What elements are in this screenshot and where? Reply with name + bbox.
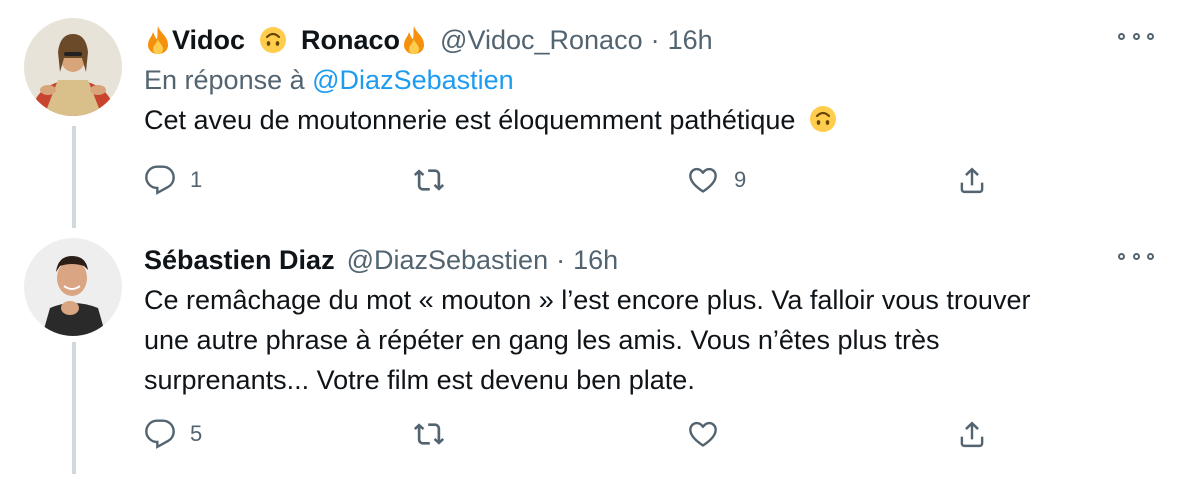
like-count: 9 bbox=[734, 167, 747, 192]
retweet-icon bbox=[413, 169, 445, 191]
tweet-text-content: Cet aveu de moutonnerie est éloquemment … bbox=[144, 105, 796, 135]
share-icon bbox=[960, 421, 984, 448]
display-name[interactable]: Sébastien Diaz bbox=[144, 245, 335, 276]
tweet-header: Sébastien Diaz @DiazSebastien · 16h bbox=[144, 240, 1156, 280]
user-handle[interactable]: @DiazSebastien bbox=[347, 245, 549, 276]
like-icon bbox=[689, 421, 717, 447]
tweet-text: Ce remâchage du mot « mouton » l’est enc… bbox=[144, 280, 1156, 400]
upside-down-face-icon bbox=[260, 27, 287, 53]
avatar-sebastien[interactable] bbox=[24, 238, 122, 336]
tweet-header: Vidoc Ronaco @Vidoc_Ronaco · 16h bbox=[144, 20, 1156, 60]
user-handle[interactable]: @Vidoc_Ronaco bbox=[440, 25, 643, 56]
display-name-second: Ronaco bbox=[301, 24, 401, 55]
reply-to-line: En réponse à @DiazSebastien bbox=[144, 60, 1156, 100]
timestamp[interactable]: 16h bbox=[573, 245, 618, 276]
share-button[interactable] bbox=[956, 414, 988, 454]
fire-icon bbox=[404, 26, 425, 54]
tweet-text-line: surprenants... Votre film est devenu ben… bbox=[144, 365, 695, 395]
display-name-first: Vidoc bbox=[172, 24, 246, 55]
avatar-vidoc[interactable] bbox=[24, 18, 122, 116]
tweet-actions: 1 9 bbox=[144, 160, 1144, 200]
fire-icon bbox=[148, 26, 168, 54]
thread-line bbox=[72, 126, 76, 228]
reply-button[interactable]: 1 bbox=[144, 160, 202, 200]
timestamp[interactable]: 16h bbox=[668, 25, 713, 56]
upside-down-face-icon bbox=[809, 106, 836, 132]
reply-icon bbox=[145, 419, 175, 449]
more-icon[interactable] bbox=[1118, 246, 1154, 266]
separator-dot: · bbox=[556, 244, 566, 275]
reply-icon bbox=[145, 165, 175, 195]
tweet-vidoc[interactable]: Vidoc Ronaco @Vidoc_Ronaco · 16h En répo… bbox=[0, 0, 1180, 228]
tweet-text: Cet aveu de moutonnerie est éloquemment … bbox=[144, 100, 1156, 140]
retweet-icon bbox=[413, 423, 445, 445]
reply-count: 5 bbox=[190, 421, 203, 446]
share-button[interactable] bbox=[956, 160, 988, 200]
like-icon bbox=[689, 167, 717, 193]
more-icon[interactable] bbox=[1118, 26, 1154, 46]
tweet-text-line: une autre phrase à répéter en gang les a… bbox=[144, 325, 940, 355]
display-name[interactable]: Vidoc Ronaco bbox=[144, 25, 428, 56]
reply-button[interactable]: 5 bbox=[144, 414, 202, 454]
tweet-actions: 5 bbox=[144, 414, 1144, 454]
reply-prefix: En réponse à bbox=[144, 65, 305, 95]
thread-line bbox=[72, 342, 76, 474]
like-button[interactable]: 9 bbox=[686, 160, 746, 200]
separator-dot: · bbox=[650, 24, 660, 55]
share-icon bbox=[960, 167, 984, 194]
retweet-button[interactable] bbox=[412, 414, 460, 454]
tweet-sebastien[interactable]: Sébastien Diaz @DiazSebastien · 16h Ce r… bbox=[0, 228, 1180, 488]
reply-mention-link[interactable]: @DiazSebastien bbox=[312, 65, 514, 95]
reply-count: 1 bbox=[190, 167, 203, 192]
tweet-text-line: Ce remâchage du mot « mouton » l’est enc… bbox=[144, 285, 1031, 315]
retweet-button[interactable] bbox=[412, 160, 460, 200]
like-button[interactable] bbox=[686, 414, 734, 454]
